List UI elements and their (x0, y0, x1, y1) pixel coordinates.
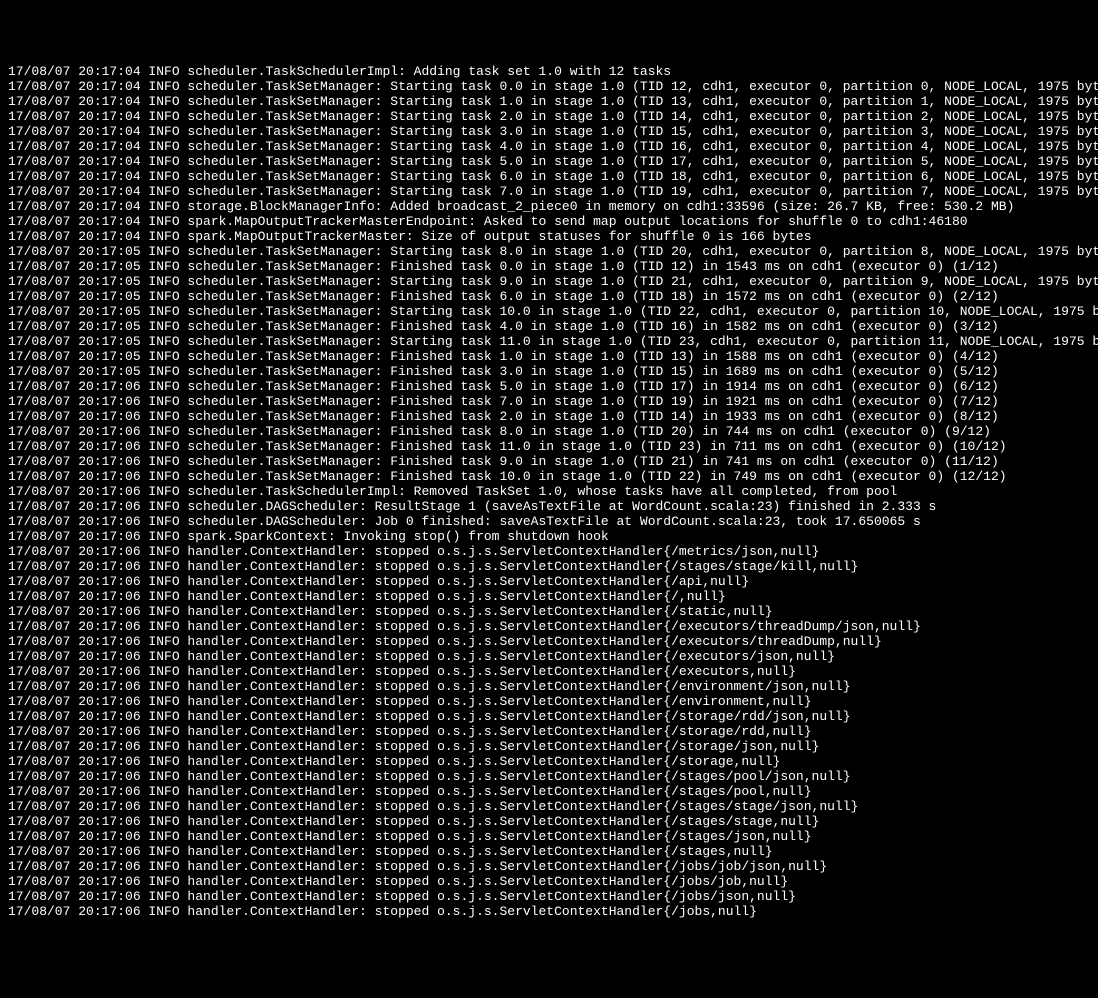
log-line: 17/08/07 20:17:06 INFO handler.ContextHa… (8, 874, 1090, 889)
log-line: 17/08/07 20:17:05 INFO scheduler.TaskSet… (8, 304, 1090, 319)
log-line: 17/08/07 20:17:06 INFO scheduler.TaskSet… (8, 439, 1090, 454)
log-line: 17/08/07 20:17:06 INFO handler.ContextHa… (8, 634, 1090, 649)
log-line: 17/08/07 20:17:06 INFO handler.ContextHa… (8, 574, 1090, 589)
log-line: 17/08/07 20:17:04 INFO scheduler.TaskSet… (8, 94, 1090, 109)
log-line: 17/08/07 20:17:06 INFO handler.ContextHa… (8, 889, 1090, 904)
log-line: 17/08/07 20:17:06 INFO handler.ContextHa… (8, 589, 1090, 604)
log-line: 17/08/07 20:17:06 INFO scheduler.DAGSche… (8, 514, 1090, 529)
log-line: 17/08/07 20:17:06 INFO scheduler.TaskSet… (8, 469, 1090, 484)
log-line: 17/08/07 20:17:06 INFO scheduler.TaskSet… (8, 394, 1090, 409)
log-line: 17/08/07 20:17:06 INFO handler.ContextHa… (8, 679, 1090, 694)
log-line: 17/08/07 20:17:06 INFO scheduler.TaskSet… (8, 424, 1090, 439)
log-line: 17/08/07 20:17:05 INFO scheduler.TaskSet… (8, 244, 1090, 259)
log-line: 17/08/07 20:17:06 INFO handler.ContextHa… (8, 739, 1090, 754)
log-line: 17/08/07 20:17:05 INFO scheduler.TaskSet… (8, 274, 1090, 289)
log-line: 17/08/07 20:17:04 INFO scheduler.TaskSet… (8, 184, 1090, 199)
log-line: 17/08/07 20:17:06 INFO handler.ContextHa… (8, 784, 1090, 799)
log-line: 17/08/07 20:17:04 INFO scheduler.TaskSet… (8, 169, 1090, 184)
log-line: 17/08/07 20:17:06 INFO handler.ContextHa… (8, 829, 1090, 844)
log-line: 17/08/07 20:17:05 INFO scheduler.TaskSet… (8, 364, 1090, 379)
log-line: 17/08/07 20:17:06 INFO spark.SparkContex… (8, 529, 1090, 544)
log-line: 17/08/07 20:17:06 INFO scheduler.DAGSche… (8, 499, 1090, 514)
log-line: 17/08/07 20:17:04 INFO scheduler.TaskSet… (8, 154, 1090, 169)
log-line: 17/08/07 20:17:06 INFO handler.ContextHa… (8, 559, 1090, 574)
log-line: 17/08/07 20:17:06 INFO handler.ContextHa… (8, 649, 1090, 664)
log-line: 17/08/07 20:17:05 INFO scheduler.TaskSet… (8, 334, 1090, 349)
log-line: 17/08/07 20:17:06 INFO scheduler.TaskSch… (8, 484, 1090, 499)
log-line: 17/08/07 20:17:06 INFO handler.ContextHa… (8, 814, 1090, 829)
log-line: 17/08/07 20:17:06 INFO scheduler.TaskSet… (8, 454, 1090, 469)
log-line: 17/08/07 20:17:04 INFO spark.MapOutputTr… (8, 214, 1090, 229)
log-line: 17/08/07 20:17:04 INFO spark.MapOutputTr… (8, 229, 1090, 244)
log-line: 17/08/07 20:17:04 INFO scheduler.TaskSch… (8, 64, 1090, 79)
log-line: 17/08/07 20:17:06 INFO scheduler.TaskSet… (8, 409, 1090, 424)
log-line: 17/08/07 20:17:05 INFO scheduler.TaskSet… (8, 259, 1090, 274)
log-line: 17/08/07 20:17:05 INFO scheduler.TaskSet… (8, 349, 1090, 364)
log-line: 17/08/07 20:17:04 INFO scheduler.TaskSet… (8, 109, 1090, 124)
log-line: 17/08/07 20:17:06 INFO handler.ContextHa… (8, 754, 1090, 769)
log-line: 17/08/07 20:17:06 INFO scheduler.TaskSet… (8, 379, 1090, 394)
log-line: 17/08/07 20:17:04 INFO storage.BlockMana… (8, 199, 1090, 214)
log-line: 17/08/07 20:17:06 INFO handler.ContextHa… (8, 544, 1090, 559)
log-line: 17/08/07 20:17:04 INFO scheduler.TaskSet… (8, 124, 1090, 139)
log-line: 17/08/07 20:17:06 INFO handler.ContextHa… (8, 709, 1090, 724)
log-line: 17/08/07 20:17:06 INFO handler.ContextHa… (8, 799, 1090, 814)
log-line: 17/08/07 20:17:04 INFO scheduler.TaskSet… (8, 79, 1090, 94)
log-line: 17/08/07 20:17:06 INFO handler.ContextHa… (8, 664, 1090, 679)
log-line: 17/08/07 20:17:06 INFO handler.ContextHa… (8, 769, 1090, 784)
log-line: 17/08/07 20:17:06 INFO handler.ContextHa… (8, 604, 1090, 619)
log-line: 17/08/07 20:17:06 INFO handler.ContextHa… (8, 619, 1090, 634)
log-line: 17/08/07 20:17:04 INFO scheduler.TaskSet… (8, 139, 1090, 154)
log-line: 17/08/07 20:17:05 INFO scheduler.TaskSet… (8, 319, 1090, 334)
log-line: 17/08/07 20:17:06 INFO handler.ContextHa… (8, 859, 1090, 874)
log-line: 17/08/07 20:17:06 INFO handler.ContextHa… (8, 904, 1090, 919)
log-line: 17/08/07 20:17:06 INFO handler.ContextHa… (8, 724, 1090, 739)
terminal-log-output: 17/08/07 20:17:04 INFO scheduler.TaskSch… (8, 64, 1090, 919)
log-line: 17/08/07 20:17:06 INFO handler.ContextHa… (8, 694, 1090, 709)
log-line: 17/08/07 20:17:05 INFO scheduler.TaskSet… (8, 289, 1090, 304)
